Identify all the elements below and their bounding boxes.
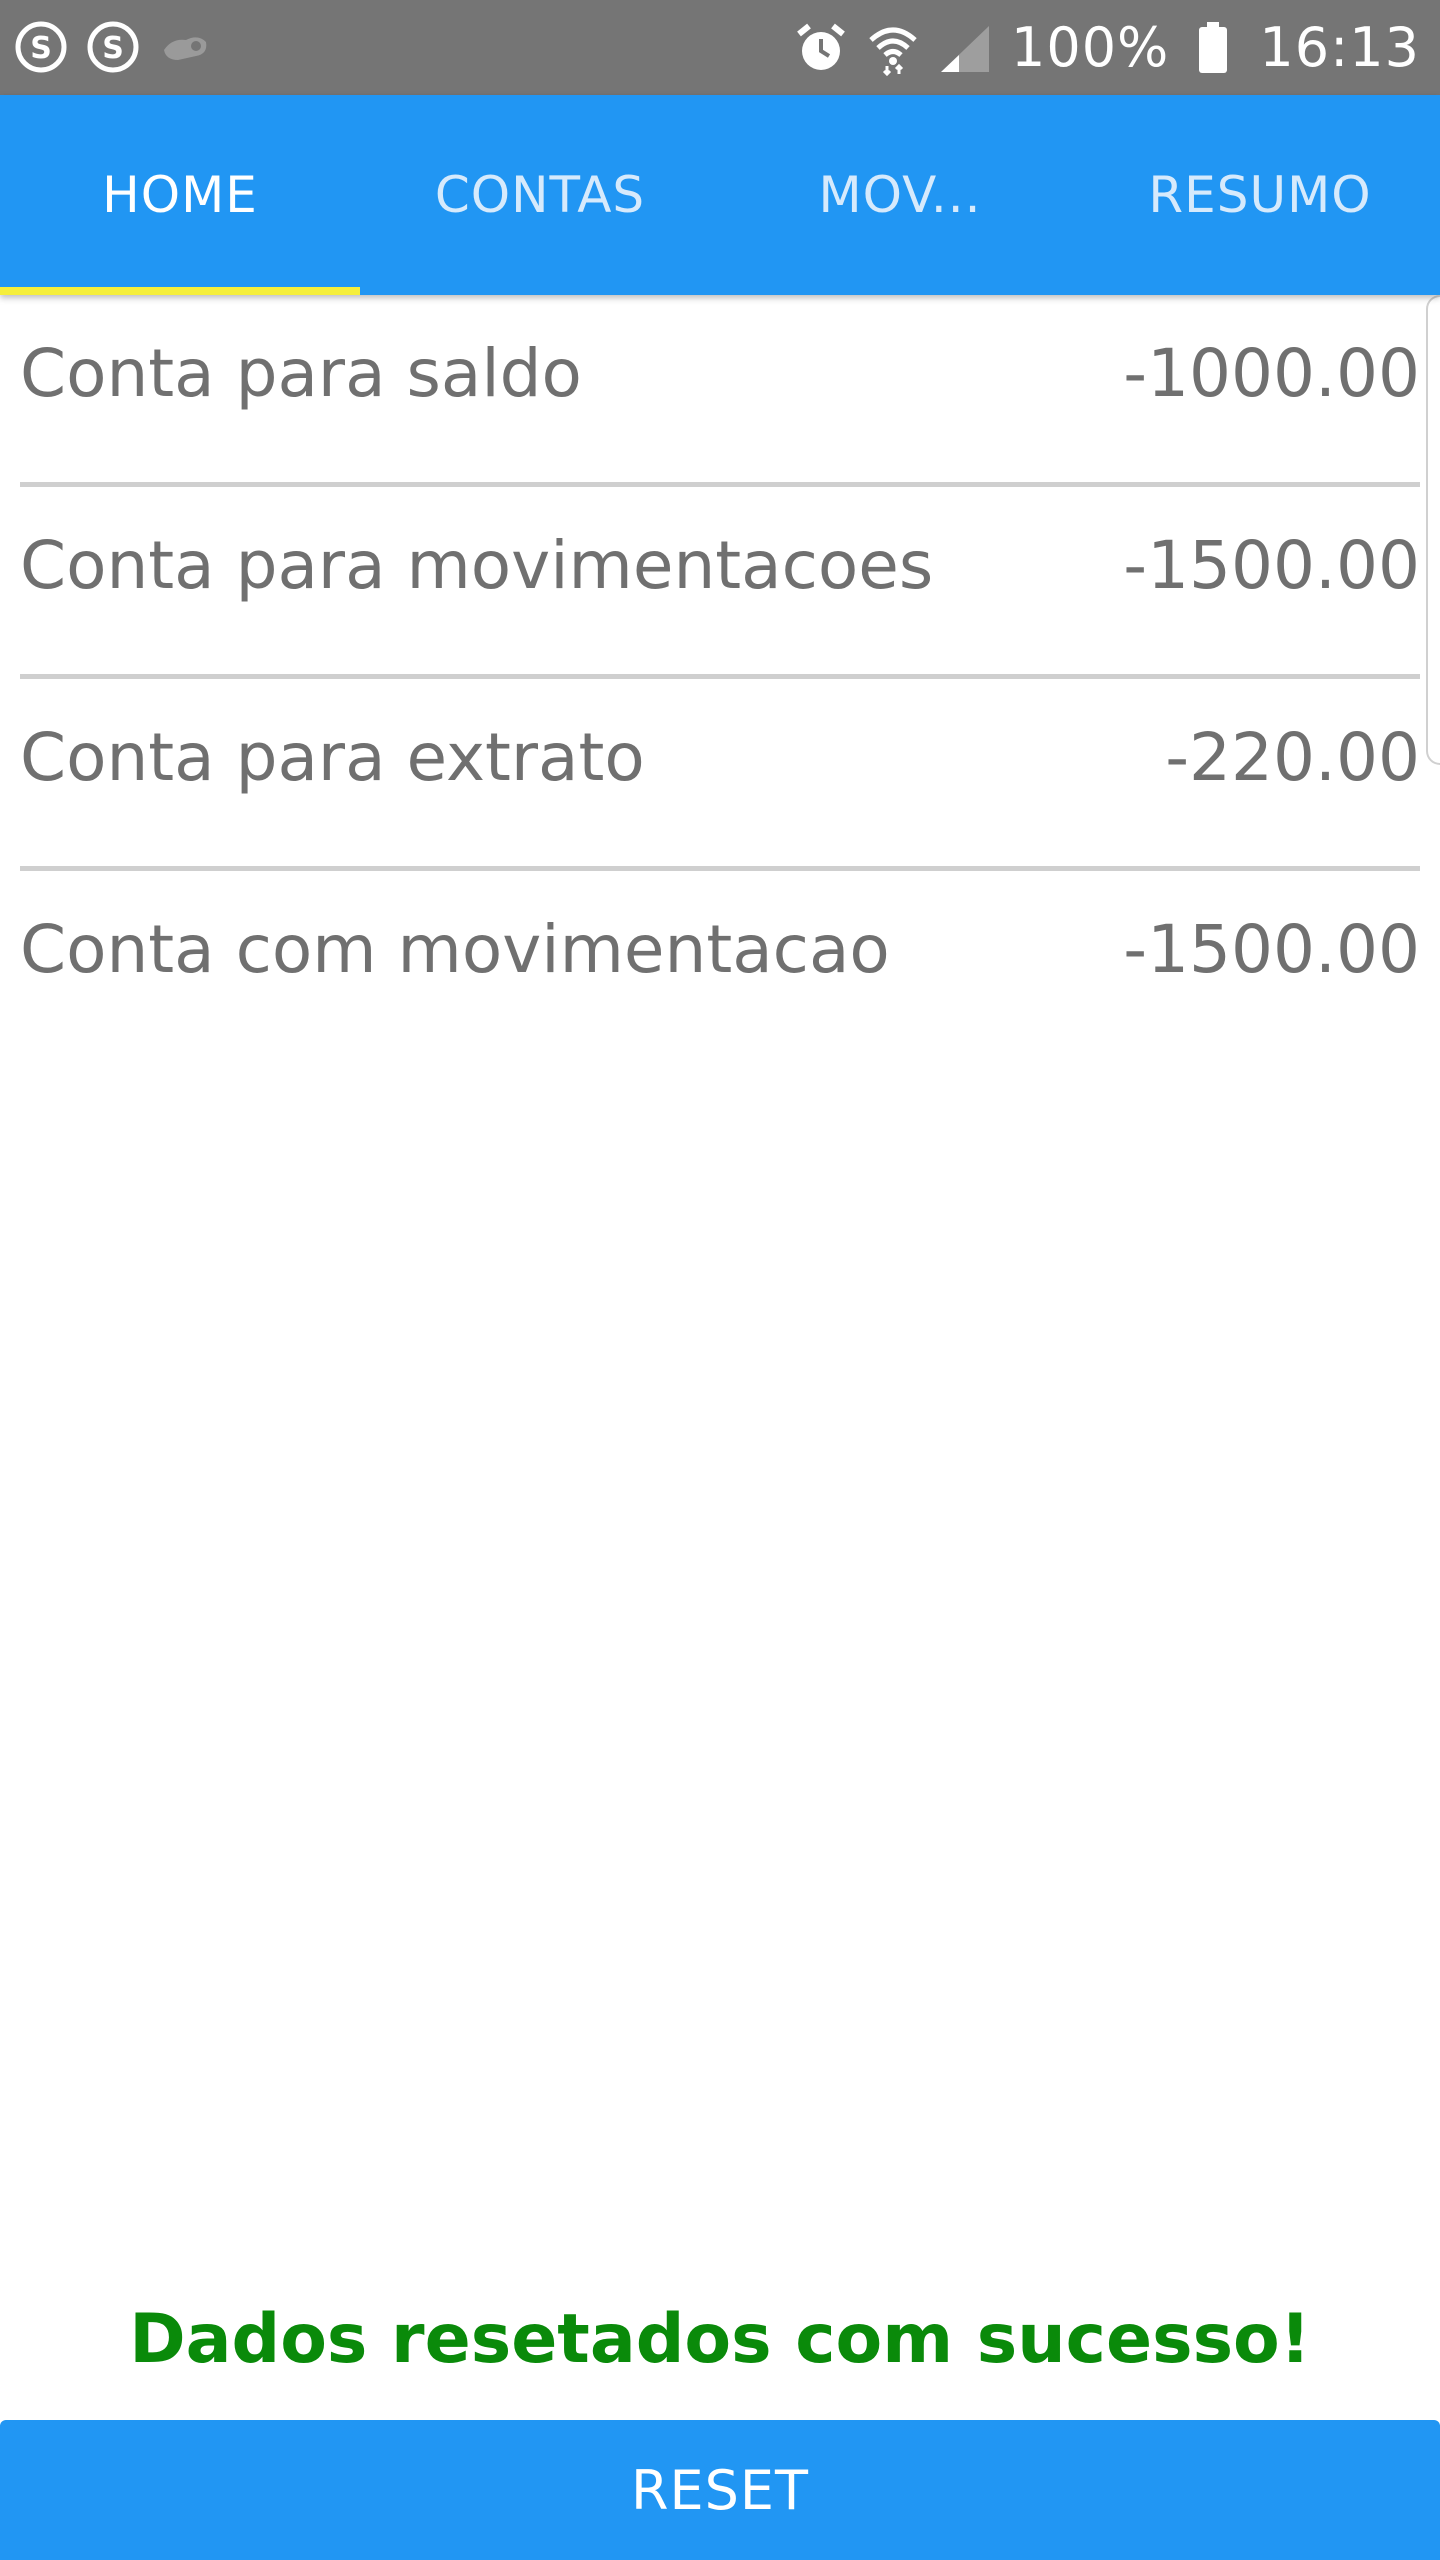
svg-text:S: S [102, 31, 124, 66]
system-status: 100% 16:13 [777, 10, 1420, 85]
battery-icon [1185, 20, 1241, 76]
wifi-icon [865, 20, 921, 76]
list-item[interactable]: Conta para extrato -220.00 [20, 679, 1420, 871]
clock: 16:13 [1259, 16, 1420, 79]
tab-contas[interactable]: CONTAS [360, 95, 720, 295]
status-bar: S S 100% 16:13 [0, 0, 1440, 95]
active-tab-indicator [0, 287, 360, 295]
account-balance: -1500.00 [1123, 911, 1420, 988]
account-balance: -1000.00 [1123, 335, 1420, 412]
account-name: Conta para movimentacoes [20, 527, 934, 604]
notification-icons: S S [14, 17, 230, 77]
tab-bar: HOME CONTAS MOV... RESUMO [0, 95, 1440, 295]
battery-percentage: 100% [1010, 16, 1170, 79]
skype-icon: S [86, 20, 140, 74]
account-name: Conta para extrato [20, 719, 645, 796]
reset-button[interactable]: RESET [0, 2420, 1440, 2560]
account-name: Conta para saldo [20, 335, 582, 412]
skype-icon: S [14, 20, 68, 74]
account-name: Conta com movimentacao [20, 911, 890, 988]
tab-resumo[interactable]: RESUMO [1080, 95, 1440, 295]
list-item[interactable]: Conta com movimentacao -1500.00 [20, 871, 1420, 1063]
account-list: Conta para saldo -1000.00 Conta para mov… [20, 295, 1420, 1063]
steam-icon [158, 20, 212, 74]
tab-movimentacoes[interactable]: MOV... [720, 95, 1080, 295]
signal-icon [937, 20, 993, 76]
list-item[interactable]: Conta para movimentacoes -1500.00 [20, 487, 1420, 679]
svg-text:S: S [30, 31, 52, 66]
tab-home[interactable]: HOME [0, 95, 360, 295]
success-message: Dados resetados com sucesso! [129, 2300, 1311, 2379]
account-balance: -220.00 [1165, 719, 1420, 796]
account-balance: -1500.00 [1123, 527, 1420, 604]
alarm-icon [793, 20, 849, 76]
list-item[interactable]: Conta para saldo -1000.00 [20, 295, 1420, 487]
scroll-indicator[interactable] [1426, 295, 1440, 765]
